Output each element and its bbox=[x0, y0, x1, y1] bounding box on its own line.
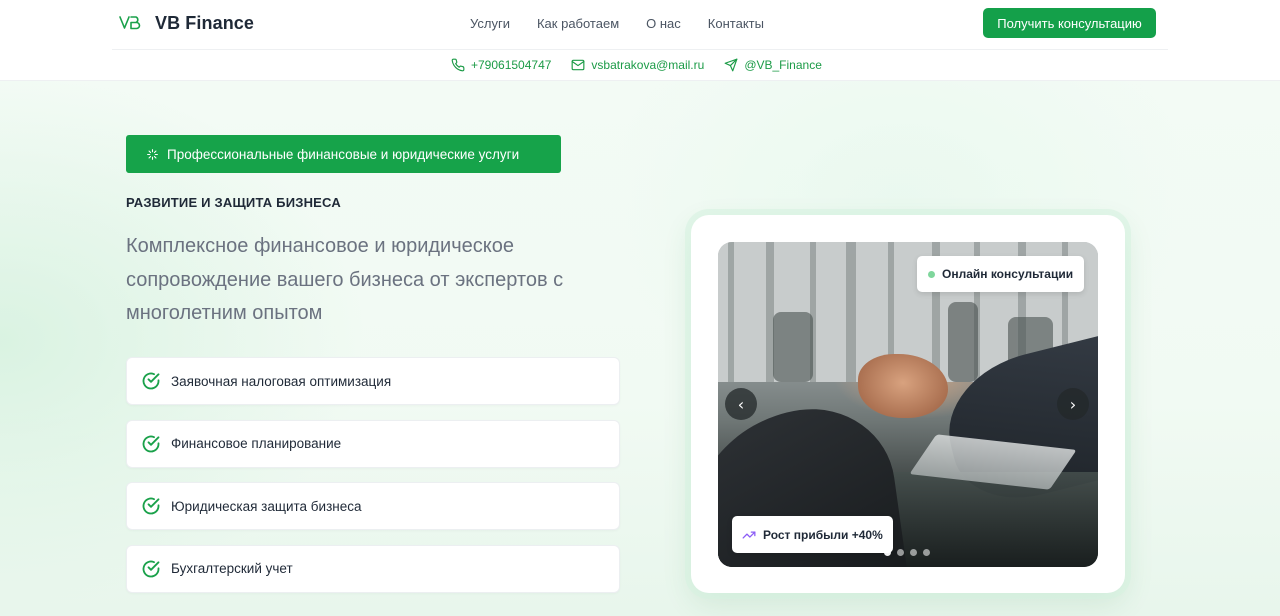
phone-link[interactable]: +79061504747 bbox=[451, 58, 551, 72]
carousel-next-button[interactable]: › bbox=[1057, 388, 1089, 420]
check-circle-icon bbox=[141, 371, 161, 391]
feature-item-tax: Заявочная налоговая оптимизация bbox=[126, 357, 620, 405]
nav-item-services[interactable]: Услуги bbox=[470, 16, 510, 31]
feature-label: Финансовое планирование bbox=[171, 436, 342, 451]
feature-label: Заявочная налоговая оптимизация bbox=[171, 373, 392, 389]
get-consultation-button[interactable]: Получить консультацию bbox=[983, 8, 1156, 38]
telegram-handle: @VB_Finance bbox=[744, 58, 822, 72]
email-address: vsbatrakova@mail.ru bbox=[591, 58, 705, 72]
carousel-prev-button[interactable]: ‹ bbox=[725, 388, 757, 420]
trending-up-icon bbox=[742, 528, 756, 542]
email-link[interactable]: vsbatrakova@mail.ru bbox=[571, 58, 704, 72]
carousel-dots bbox=[884, 549, 930, 556]
site-header: VB Finance Услуги Как работаем О нас Кон… bbox=[0, 0, 1280, 50]
brand-name: VB Finance bbox=[155, 12, 255, 33]
nav-item-how-we-work[interactable]: Как работаем bbox=[537, 16, 619, 31]
feature-item-accounting: Бухгалтерский учет bbox=[126, 544, 620, 593]
check-circle-icon bbox=[141, 559, 161, 579]
phone-icon bbox=[451, 58, 465, 72]
carousel-dot[interactable] bbox=[910, 549, 917, 556]
hero-section: Профессиональные финансовые и юридически… bbox=[0, 81, 1280, 616]
feature-item-planning: Финансовое планирование bbox=[126, 419, 620, 468]
main-nav: Услуги Как работаем О нас Контакты bbox=[470, 0, 764, 46]
feature-list: Заявочная налоговая оптимизация Финансов… bbox=[126, 357, 620, 607]
check-circle-icon bbox=[141, 496, 161, 516]
mail-icon bbox=[571, 58, 585, 72]
feature-label: Юридическая защита бизнеса bbox=[171, 498, 362, 514]
carousel-dot[interactable] bbox=[897, 549, 904, 556]
pill-label: Профессиональные финансовые и юридически… bbox=[167, 146, 520, 162]
growth-badge-label: Рост прибыли +40% bbox=[763, 527, 883, 542]
carousel-dot[interactable] bbox=[923, 549, 930, 556]
feature-item-legal: Юридическая защита бизнеса bbox=[126, 482, 620, 530]
nav-item-contacts[interactable]: Контакты bbox=[708, 16, 764, 31]
nav-item-about[interactable]: О нас bbox=[646, 16, 681, 31]
check-circle-icon bbox=[141, 434, 161, 454]
online-status-dot bbox=[928, 270, 935, 278]
phone-number: +79061504747 bbox=[471, 58, 552, 72]
sparkle-icon bbox=[146, 148, 159, 161]
contact-list: +79061504747 vsbatrakova@mail.ru @VB_Fin… bbox=[451, 50, 822, 80]
online-badge-label: Онлайн консультации bbox=[942, 267, 1074, 281]
logo-link[interactable]: VB Finance bbox=[119, 10, 254, 36]
feature-label: Бухгалтерский учет bbox=[171, 561, 293, 576]
telegram-link[interactable]: @VB_Finance bbox=[724, 58, 822, 72]
hero-eyebrow: РАЗВИТИЕ И ЗАЩИТА БИЗНЕСА bbox=[126, 195, 341, 210]
hero-carousel-card: Онлайн консультации ‹ › Рост прибыли +40… bbox=[691, 215, 1125, 593]
contact-bar: +79061504747 vsbatrakova@mail.ru @VB_Fin… bbox=[0, 50, 1280, 81]
header-inner: VB Finance Услуги Как работаем О нас Кон… bbox=[112, 0, 1168, 50]
hero-lead: Комплексное финансовое и юридическое соп… bbox=[126, 235, 564, 324]
services-pill: Профессиональные финансовые и юридически… bbox=[126, 135, 561, 173]
online-consultation-badge: Онлайн консультации bbox=[917, 256, 1084, 292]
carousel-dot[interactable] bbox=[884, 549, 891, 556]
profit-growth-badge: Рост прибыли +40% bbox=[732, 516, 893, 553]
send-icon bbox=[724, 58, 738, 72]
vb-logo-icon bbox=[119, 14, 141, 32]
handshake-photo: Онлайн консультации ‹ › Рост прибыли +40… bbox=[718, 242, 1098, 567]
